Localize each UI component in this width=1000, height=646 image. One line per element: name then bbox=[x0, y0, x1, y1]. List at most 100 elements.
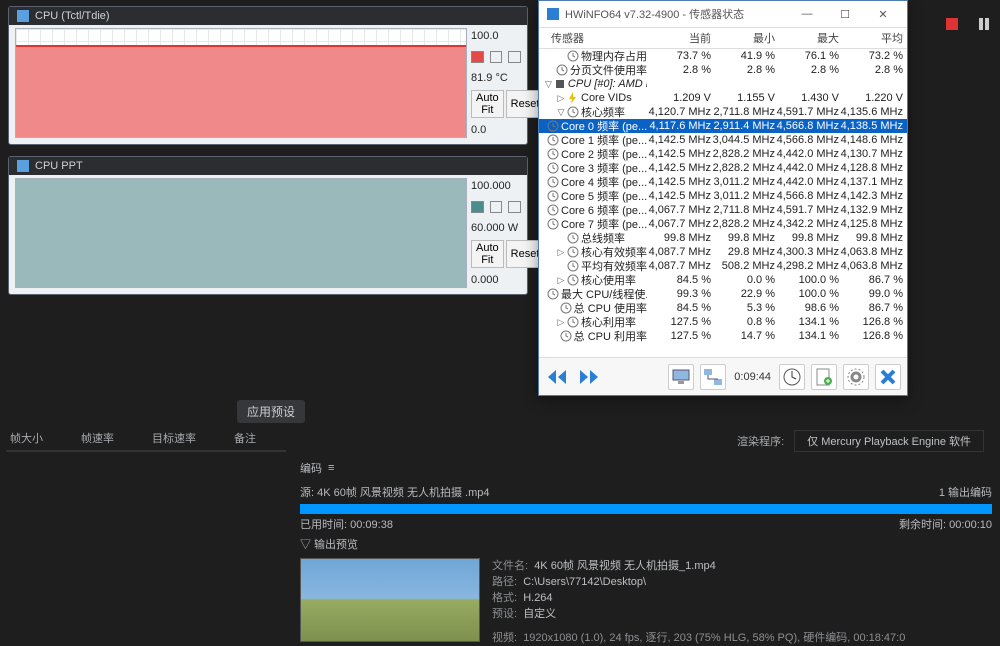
sensor-row[interactable]: ▽CPU [#0]: AMD Ryze... bbox=[539, 77, 907, 91]
renderer-select[interactable]: 仅 Mercury Playback Engine 软件 bbox=[794, 430, 984, 452]
clk-icon bbox=[567, 260, 579, 272]
sensor-row[interactable]: Core 6 频率 (pe...4,067.7 MHz2,711.8 MHz4,… bbox=[539, 203, 907, 217]
minimize-button[interactable]: — bbox=[791, 5, 823, 23]
close-button[interactable]: ✕ bbox=[867, 5, 899, 23]
col-avg[interactable]: 平均 bbox=[839, 30, 903, 46]
sensor-row[interactable]: Core 5 频率 (pe...4,142.5 MHz3,011.2 MHz4,… bbox=[539, 189, 907, 203]
apply-preset-button[interactable]: 应用预设 bbox=[237, 400, 305, 423]
sensor-row[interactable]: 总 CPU 利用率127.5 %14.7 %134.1 %126.8 % bbox=[539, 329, 907, 343]
clk-icon bbox=[547, 190, 559, 202]
clk-icon bbox=[567, 246, 579, 258]
pause-icon[interactable] bbox=[978, 18, 990, 30]
preview-toggle[interactable]: ▽ 输出预览 bbox=[300, 536, 992, 552]
clk-icon bbox=[567, 106, 579, 118]
clk-icon bbox=[567, 232, 579, 244]
autofit-button[interactable]: Auto Fit bbox=[471, 90, 504, 118]
col-max[interactable]: 最大 bbox=[775, 30, 839, 46]
graph-scale: 100.0 81.9 °C Auto FitReset 0.0 bbox=[467, 28, 521, 138]
scale-val: 60.000 W bbox=[471, 222, 521, 234]
preview-thumbnail bbox=[300, 558, 480, 642]
panel-header[interactable]: CPU PPT bbox=[9, 157, 527, 175]
clk-icon bbox=[547, 148, 559, 160]
uptime: 0:09:44 bbox=[734, 371, 771, 383]
legend-swatch-empty bbox=[490, 201, 503, 213]
sensor-row[interactable]: 最大 CPU/线程使...99.3 %22.9 %100.0 %99.0 % bbox=[539, 287, 907, 301]
sensor-row[interactable]: Core 4 频率 (pe...4,142.5 MHz3,011.2 MHz4,… bbox=[539, 175, 907, 189]
monitor-icon[interactable] bbox=[668, 364, 694, 390]
app-icon bbox=[547, 8, 559, 20]
graph-area bbox=[15, 178, 467, 288]
autofit-button[interactable]: Auto Fit bbox=[471, 240, 504, 268]
column-headers[interactable]: 传感器 当前 最小 最大 平均 bbox=[539, 28, 907, 49]
col-sensor[interactable]: 传感器 bbox=[543, 30, 647, 46]
graph-panel-cpu-temp: CPU (Tctl/Tdie) 100.0 81.9 °C Auto FitRe… bbox=[8, 6, 528, 145]
clock-icon[interactable] bbox=[779, 364, 805, 390]
chart-icon bbox=[17, 160, 29, 172]
scale-max: 100.000 bbox=[471, 180, 521, 192]
clk-icon bbox=[547, 162, 559, 174]
sensor-row[interactable]: ▷核心有效频率4,087.7 MHz29.8 MHz4,300.3 MHz4,0… bbox=[539, 245, 907, 259]
clk-icon bbox=[547, 288, 559, 300]
sensor-row[interactable]: ▷核心利用率127.5 %0.8 %134.1 %126.8 % bbox=[539, 315, 907, 329]
panel-title: CPU PPT bbox=[35, 160, 83, 172]
sensor-rows[interactable]: 物理内存占用73.7 %41.9 %76.1 %73.2 %分页文件使用率2.8… bbox=[539, 49, 907, 351]
bolt-icon bbox=[567, 92, 579, 104]
panel-header[interactable]: CPU (Tctl/Tdie) bbox=[9, 7, 527, 25]
output-metadata: 文件名: 4K 60帧 风景视频 无人机拍摄_1.mp4 路径: C:\User… bbox=[492, 558, 905, 646]
legend-swatch-red bbox=[471, 51, 484, 63]
col-min[interactable]: 最小 bbox=[711, 30, 775, 46]
outputs-count: 1 输出编码 bbox=[939, 484, 992, 500]
tab-targetrate[interactable]: 目标速率 bbox=[148, 426, 200, 450]
clk-icon bbox=[547, 120, 559, 132]
sensor-row[interactable]: 总 CPU 使用率84.5 %5.3 %98.6 %86.7 % bbox=[539, 301, 907, 315]
sensor-row[interactable]: Core 3 频率 (pe...4,142.5 MHz2,828.2 MHz4,… bbox=[539, 161, 907, 175]
nav-back-button[interactable] bbox=[545, 364, 571, 390]
network-icon[interactable] bbox=[700, 364, 726, 390]
chart-icon bbox=[17, 10, 29, 22]
record-controls bbox=[946, 18, 990, 30]
tab-framesize[interactable]: 帧大小 bbox=[6, 426, 47, 450]
clk-icon bbox=[560, 330, 572, 342]
clk-icon bbox=[567, 316, 579, 328]
sensor-row[interactable]: Core 7 频率 (pe...4,067.7 MHz2,828.2 MHz4,… bbox=[539, 217, 907, 231]
record-icon[interactable] bbox=[946, 18, 958, 30]
remaining: 剩余时间: 00:00:10 bbox=[899, 516, 992, 532]
tab-bar: 帧大小 帧速率 目标速率 备注 bbox=[6, 426, 286, 452]
titlebar[interactable]: HWiNFO64 v7.32-4900 - 传感器状态 — ☐ ✕ bbox=[539, 1, 907, 28]
nav-fwd-button[interactable] bbox=[577, 364, 603, 390]
tab-notes[interactable]: 备注 bbox=[230, 426, 260, 450]
encoding-heading: 编码 bbox=[300, 460, 322, 476]
col-current[interactable]: 当前 bbox=[647, 30, 711, 46]
progress-bar bbox=[300, 504, 992, 514]
panel-title: CPU (Tctl/Tdie) bbox=[35, 10, 110, 22]
clk-icon bbox=[556, 64, 568, 76]
clk-icon bbox=[547, 218, 559, 230]
sensor-row[interactable]: ▷Core VIDs1.209 V1.155 V1.430 V1.220 V bbox=[539, 91, 907, 105]
elapsed: 已用时间: 00:09:38 bbox=[300, 516, 393, 532]
graph-panel-cpu-ppt: CPU PPT 100.000 60.000 W Auto FitReset 0… bbox=[8, 156, 528, 295]
tab-framerate[interactable]: 帧速率 bbox=[77, 426, 118, 450]
sensor-row[interactable]: 平均有效频率4,087.7 MHz508.2 MHz4,298.2 MHz4,0… bbox=[539, 259, 907, 273]
graph-scale: 100.000 60.000 W Auto FitReset 0.000 bbox=[467, 178, 521, 288]
source-label: 源: 4K 60帧 风景视频 无人机拍摄 .mp4 bbox=[300, 487, 489, 499]
sensor-row[interactable]: Core 2 频率 (pe...4,142.5 MHz2,828.2 MHz4,… bbox=[539, 147, 907, 161]
scale-val: 81.9 °C bbox=[471, 72, 521, 84]
legend-swatch-empty bbox=[508, 201, 521, 213]
sensor-row[interactable]: ▽核心频率4,120.7 MHz2,711.8 MHz4,591.7 MHz4,… bbox=[539, 105, 907, 119]
sensor-row[interactable]: 分页文件使用率2.8 %2.8 %2.8 %2.8 % bbox=[539, 63, 907, 77]
sensor-row[interactable]: 总线频率99.8 MHz99.8 MHz99.8 MHz99.8 MHz bbox=[539, 231, 907, 245]
sensor-row[interactable]: Core 1 频率 (pe...4,142.5 MHz3,044.5 MHz4,… bbox=[539, 133, 907, 147]
log-icon[interactable] bbox=[811, 364, 837, 390]
gear-icon[interactable] bbox=[843, 364, 869, 390]
sensor-row[interactable]: Core 0 频率 (pe...4,117.6 MHz2,911.4 MHz4,… bbox=[539, 119, 907, 133]
quit-icon[interactable] bbox=[875, 364, 901, 390]
renderer-label: 渲染程序: bbox=[737, 433, 784, 449]
legend-swatch-teal bbox=[471, 201, 484, 213]
legend-swatch-empty bbox=[508, 51, 521, 63]
scale-min: 0.000 bbox=[471, 274, 521, 286]
expand-icon[interactable]: ≡ bbox=[328, 462, 334, 474]
sensor-row[interactable]: 物理内存占用73.7 %41.9 %76.1 %73.2 % bbox=[539, 49, 907, 63]
maximize-button[interactable]: ☐ bbox=[829, 5, 861, 23]
sensor-row[interactable]: ▷核心使用率84.5 %0.0 %100.0 %86.7 % bbox=[539, 273, 907, 287]
clk-icon bbox=[547, 204, 559, 216]
